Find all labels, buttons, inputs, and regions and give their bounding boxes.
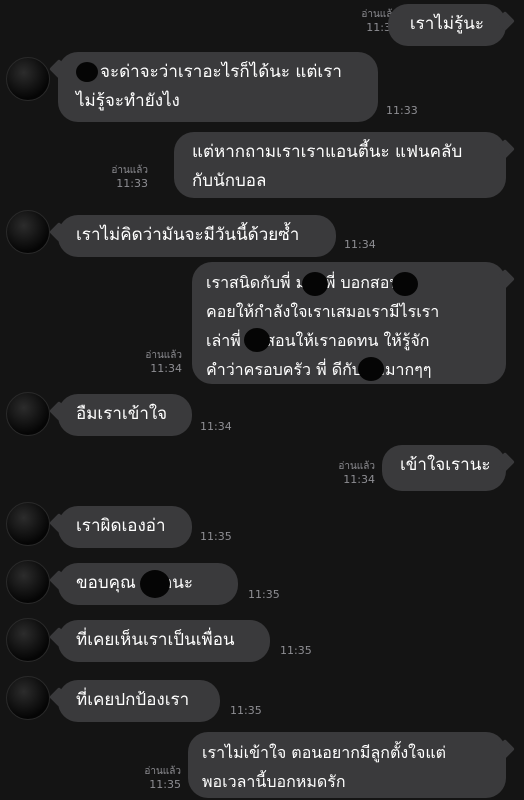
message-bubble-incoming[interactable]: ที่เคยปกป้องเรา bbox=[58, 680, 220, 722]
message-bubble-incoming[interactable]: ขอบคุณ มากนะ bbox=[58, 563, 238, 605]
message-bubble-incoming[interactable]: เราไม่คิดว่ามันจะมีวันนี้ด้วยซ้ำ bbox=[58, 215, 336, 257]
redaction-mark bbox=[244, 328, 270, 352]
message-bubble-outgoing[interactable]: เราสนิดกับพี่ มากพี่ บอกสอน คอยให้กำลังใ… bbox=[192, 262, 506, 384]
message-bubble-incoming[interactable]: เราผิดเองอ่า bbox=[58, 506, 192, 548]
read-receipt: อ่านแล้ว bbox=[111, 165, 148, 176]
message-text: เราไม่คิดว่ามันจะมีวันนี้ด้วยซ้ำ bbox=[76, 225, 300, 245]
message-time: 11:34 bbox=[344, 238, 376, 251]
redaction-mark bbox=[302, 272, 328, 296]
message-text-line: พอเวลานี้บอกหมดรัก bbox=[202, 772, 346, 791]
message-time: 11:35 bbox=[248, 588, 280, 601]
contact-avatar[interactable] bbox=[6, 560, 50, 604]
message-time: 11:34 bbox=[343, 473, 375, 486]
message-time: 11:35 bbox=[200, 530, 232, 543]
message-text-line: เราสนิดกับพี่ มากพี่ บอกสอน bbox=[206, 273, 401, 292]
message-meta: อ่านแล้ว 11:34 bbox=[145, 350, 182, 375]
message-bubble-outgoing[interactable]: แต่หากถามเราเราแอนตี้นะ แฟนคลับ กับนักบอ… bbox=[174, 132, 506, 198]
message-text-line: คำว่าครอบครัว พี่ ดีกับเรามากๆๆ bbox=[206, 360, 432, 379]
message-time: 11:35 bbox=[230, 704, 262, 717]
redaction-mark bbox=[358, 357, 384, 381]
message-text: ที่เคยเห็นเราเป็นเพื่อน bbox=[76, 630, 235, 650]
message-bubble-outgoing[interactable]: เราไม่รู้นะ bbox=[387, 4, 506, 46]
contact-avatar[interactable] bbox=[6, 618, 50, 662]
contact-avatar[interactable] bbox=[6, 676, 50, 720]
message-time: 11:35 bbox=[149, 778, 181, 791]
read-receipt: อ่านแล้ว bbox=[144, 766, 181, 777]
message-text: เราไม่รู้นะ bbox=[409, 14, 484, 34]
message-text-line: แต่หากถามเราเราแอนตี้นะ แฟนคลับ bbox=[192, 142, 463, 162]
contact-avatar[interactable] bbox=[6, 392, 50, 436]
contact-avatar[interactable] bbox=[6, 502, 50, 546]
redaction-mark bbox=[76, 62, 98, 82]
message-text-line: จะด่าจะว่าเราอะไรก็ได้นะ แต่เรา bbox=[76, 58, 360, 87]
message-bubble-incoming[interactable]: อืมเราเข้าใจ bbox=[58, 394, 192, 436]
message-time: 11:35 bbox=[280, 644, 312, 657]
message-bubble-outgoing[interactable]: เข้าใจเรานะ bbox=[382, 445, 506, 491]
redaction-mark bbox=[140, 570, 170, 598]
contact-avatar[interactable] bbox=[6, 210, 50, 254]
message-time: 11:34 bbox=[200, 420, 232, 433]
message-text: เราผิดเองอ่า bbox=[76, 516, 166, 536]
read-receipt: อ่านแล้ว bbox=[338, 461, 375, 472]
message-text: ที่เคยปกป้องเรา bbox=[76, 690, 190, 710]
message-text-line: ไม่รู้จะทำยังไง bbox=[76, 91, 180, 111]
message-text: ขอบคุณ มากนะ bbox=[76, 573, 193, 593]
message-text: เข้าใจเรานะ bbox=[400, 455, 491, 475]
message-text: อืมเราเข้าใจ bbox=[76, 404, 168, 424]
message-meta: อ่านแล้ว 11:35 bbox=[144, 766, 181, 791]
message-bubble-outgoing[interactable]: เราไม่เข้าใจ ตอนอยากมีลูกตั้งใจแต่ พอเวล… bbox=[188, 732, 506, 798]
message-bubble-incoming[interactable]: จะด่าจะว่าเราอะไรก็ได้นะ แต่เรา ไม่รู้จะ… bbox=[58, 52, 378, 122]
message-text-line: คอยให้กำลังใจเราเสมอเรามีไรเรา bbox=[206, 302, 440, 321]
contact-avatar[interactable] bbox=[6, 57, 50, 101]
message-bubble-incoming[interactable]: ที่เคยเห็นเราเป็นเพื่อน bbox=[58, 620, 270, 662]
message-text-line: เราไม่เข้าใจ ตอนอยากมีลูกตั้งใจแต่ bbox=[202, 743, 447, 762]
message-text-line: กับนักบอล bbox=[192, 171, 267, 191]
message-time: 11:33 bbox=[116, 177, 148, 190]
message-meta: อ่านแล้ว 11:34 bbox=[338, 461, 375, 486]
redaction-mark bbox=[392, 272, 418, 296]
message-time: 11:33 bbox=[386, 104, 418, 117]
message-meta: อ่านแล้ว 11:33 bbox=[111, 165, 148, 190]
read-receipt: อ่านแล้ว bbox=[145, 350, 182, 361]
message-time: 11:34 bbox=[150, 362, 182, 375]
